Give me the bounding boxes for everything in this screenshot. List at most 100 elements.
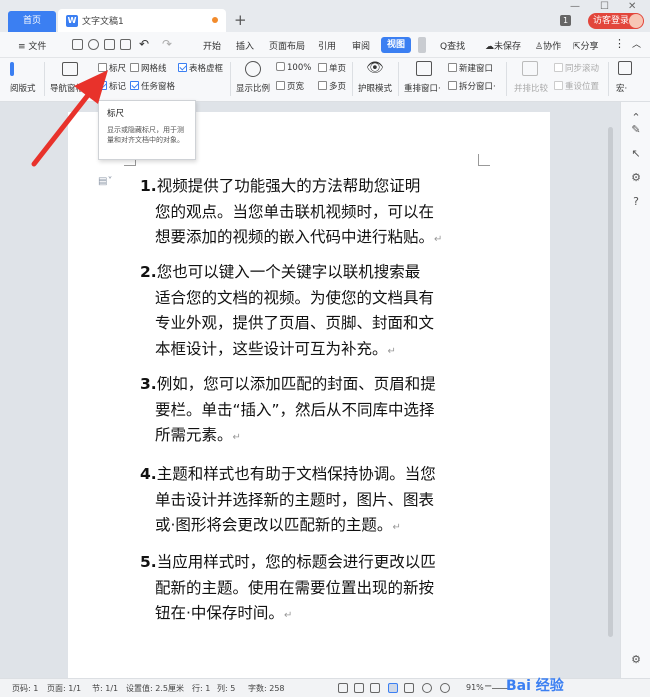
redo-icon[interactable]: ↷ [162,37,172,51]
read-mode-icon[interactable] [10,62,14,76]
status-column[interactable]: 列: 5 [217,683,235,694]
scrollbar-thumb[interactable] [608,127,613,637]
status-section[interactable]: 节: 1/1 [92,683,118,694]
help-icon[interactable]: ? [630,196,642,208]
table-gridlines-checkbox-box[interactable] [178,63,187,72]
zoom-out-icon[interactable]: − [484,681,492,692]
zoom-ratio-icon[interactable] [245,61,261,77]
macro-icon[interactable] [618,61,632,75]
collapse-ribbon-icon[interactable]: ︿ [632,37,641,50]
unsaved-status[interactable]: ☁未保存 [485,39,521,52]
table-gridlines-checkbox[interactable]: 表格虚框 [178,62,223,74]
focus-mode-icon[interactable] [354,683,364,693]
eye-icon[interactable]: 👁 [366,60,384,76]
sync-scroll-icon [554,63,563,72]
menu-tab-start[interactable]: 开始 [203,39,221,52]
marks-checkbox-box[interactable] [98,81,107,90]
maximize-icon[interactable]: ☐ [600,1,609,12]
edit-pen-icon[interactable]: ✎ [630,124,642,136]
document-paragraph[interactable]: 3.例如，您可以添加匹配的封面、页眉和提 要栏。单击“插入”，然后从不同库中选择所… [140,372,485,451]
vertical-scrollbar[interactable] [604,105,616,675]
tab-home[interactable]: 首页 [8,11,56,32]
page-width-button[interactable]: 页宽 [276,80,304,92]
document-paragraph[interactable]: 4.主题和样式也有助于文档保持协调。当您 单击设计并选择新的主题时，图片、图表 或·… [140,462,485,541]
reset-position-button[interactable]: 重设位置 [554,80,599,92]
adjust-settings-icon[interactable]: ⚙ [630,172,642,184]
share-button[interactable]: ⇱分享 [573,39,599,52]
menu-tab-review[interactable]: 审阅 [352,39,370,52]
paragraph-handle-icon[interactable]: ▤˅ [98,176,112,187]
panel-settings-icon[interactable]: ⚙ [630,654,642,666]
side-by-side-icon[interactable] [522,61,538,76]
line-text: 适合您的文档的视频。为使您的文档具有 [155,288,435,307]
eye-mode-status-icon[interactable] [440,683,450,693]
document-paragraph[interactable]: 1.视频提供了功能强大的方法帮助您证明 您的观点。当您单击联机视频时，可以在 想要添… [140,174,485,253]
tab-document[interactable]: W 文字文稿1 [58,9,226,32]
paragraph-return-mark: ↵ [387,345,396,357]
sync-scroll-button[interactable]: 同步滚动 [554,62,599,74]
more-options-icon[interactable]: ⋮ [614,37,625,50]
document-paragraph[interactable]: 5.当应用样式时，您的标题会进行更改以匹 配新的主题。使用在需要位置出现的新按 钮在… [140,550,485,629]
zoom-level[interactable]: 91% [466,683,484,692]
new-tab-button[interactable]: + [234,11,247,29]
page-view-icon[interactable] [388,683,398,693]
undo-icon[interactable]: ↶ [139,37,149,51]
window-count-badge[interactable]: 1 [560,15,571,26]
arrange-windows-label[interactable]: 重排窗口· [404,82,441,94]
find-button[interactable]: Q查找 [440,39,465,52]
gridlines-checkbox-box[interactable] [130,63,139,72]
taskpane-checkbox-box[interactable] [130,81,139,90]
multi-page-button[interactable]: 多页 [318,80,346,92]
ruler-checkbox-box[interactable] [98,63,107,72]
share-icon: ⇱ [573,42,581,52]
status-word-count[interactable]: 字数: 258 [248,683,285,694]
menu-tab-insert[interactable]: 插入 [236,39,254,52]
nav-pane-label[interactable]: 导航窗格 [50,82,84,94]
list-number: 1. [140,177,157,195]
print-icon[interactable] [104,39,115,50]
arrange-windows-icon[interactable] [416,61,432,76]
save-icon[interactable] [72,39,83,50]
web-view-icon[interactable] [422,683,432,693]
status-page[interactable]: 页面: 1/1 [47,683,81,694]
ruler-checkbox[interactable]: 标尺 [98,62,126,74]
outline-view-icon[interactable] [404,683,414,693]
zoom-100-button[interactable]: 100% [276,62,311,73]
side-by-side-label[interactable]: 并排比较 [514,82,548,94]
menu-tab-view[interactable]: 视图 [381,37,411,53]
eye-mode-label[interactable]: 护眼模式 [358,82,392,94]
minimize-icon[interactable]: — [570,1,580,12]
status-row[interactable]: 行: 1 [192,683,210,694]
guest-login-button[interactable]: 访客登录 [588,13,644,29]
collaborate-button[interactable]: ♙协作 [535,39,561,52]
gridlines-checkbox[interactable]: 网格线 [130,62,167,74]
status-setting-value[interactable]: 设置值: 2.5厘米 [126,683,184,694]
print-preview-icon[interactable] [120,39,131,50]
pen-mode-icon[interactable] [370,683,380,693]
menu-tab-layout[interactable]: 页面布局 [269,39,305,52]
nav-pane-icon[interactable] [62,62,78,76]
menu-tab-reference[interactable]: 引用 [318,39,336,52]
cursor-select-icon[interactable]: ↖ [630,148,642,160]
paragraph-line: 钮在·中保存时间。↵ [140,601,485,629]
single-page-button[interactable]: 单页 [318,62,346,74]
show-ratio-label[interactable]: 显示比例 [236,82,270,94]
tooltip-body: 显示或隐藏标尺，用于测量和对齐文档中的对象。 [107,126,184,144]
line-text: 当应用样式时，您的标题会进行更改以匹 [156,553,436,571]
new-window-button[interactable]: 新建窗口 [448,62,493,74]
macro-label[interactable]: 宏· [616,82,627,94]
file-menu[interactable]: ≡ 文件 [18,39,46,52]
split-window-button[interactable]: 拆分窗口· [448,80,496,92]
marks-checkbox[interactable]: 标记 [98,80,126,92]
menu-scroll-button[interactable] [418,37,426,53]
format-painter-icon[interactable] [88,39,99,50]
paragraph-return-mark: ↵ [232,432,241,443]
page-width-icon [276,81,285,90]
taskpane-checkbox[interactable]: 任务窗格 [130,80,175,92]
close-icon[interactable]: ✕ [628,1,636,12]
ribbon-separator [506,62,507,96]
read-mode-label[interactable]: 阅版式 [10,82,36,94]
status-page-number[interactable]: 页码: 1 [12,683,38,694]
document-paragraph[interactable]: 2.您也可以键入一个关键字以联机搜索最 适合您的文档的视频。为使您的文档具有 专业外… [140,260,485,364]
fullscreen-icon[interactable] [338,683,348,693]
